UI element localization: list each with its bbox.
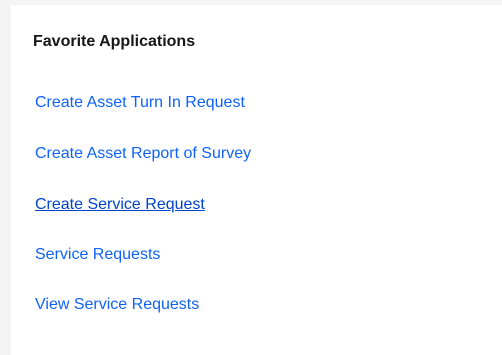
view-service-requests-link[interactable]: View Service Requests (35, 295, 199, 315)
card-title: Favorite Applications (33, 33, 196, 50)
create-asset-turn-in-request-link[interactable]: Create Asset Turn In Request (35, 93, 245, 113)
create-service-request-link[interactable]: Create Service Request (35, 195, 205, 215)
favorite-applications-card: Favorite Applications Create Asset Turn … (11, 5, 502, 355)
create-asset-report-of-survey-link[interactable]: Create Asset Report of Survey (35, 144, 251, 164)
service-requests-link[interactable]: Service Requests (35, 245, 160, 265)
